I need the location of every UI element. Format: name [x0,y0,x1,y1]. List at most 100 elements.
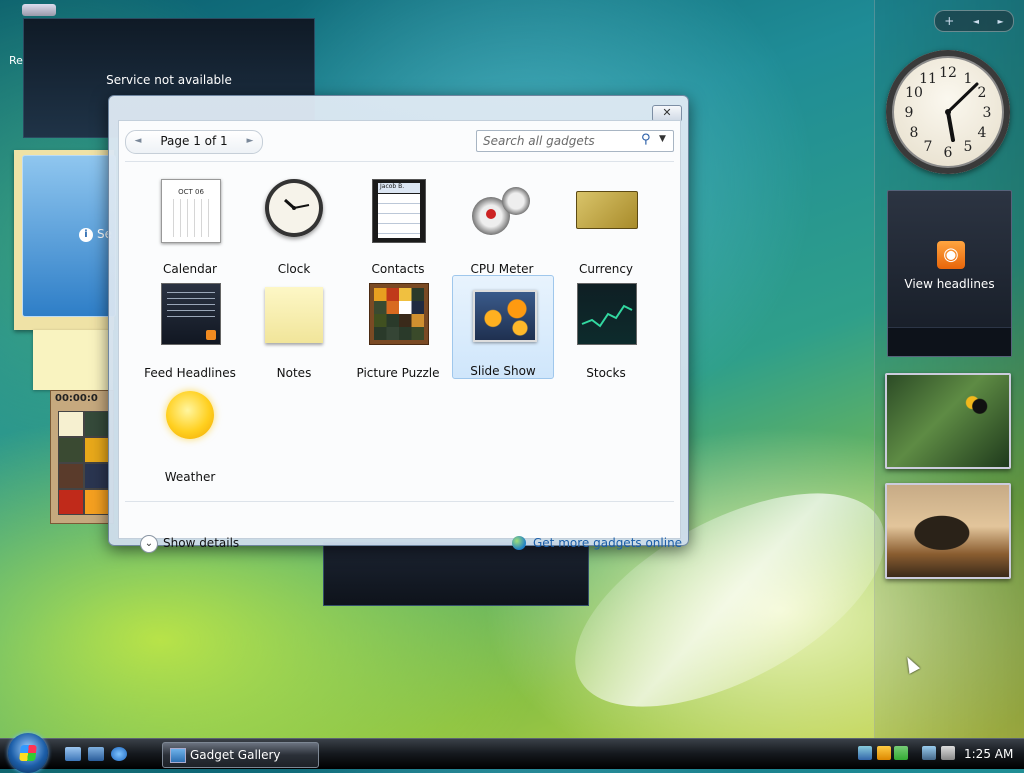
svg-text:1: 1 [964,71,973,87]
taskbar: Gadget Gallery 1:25 AM [0,733,1024,773]
background-weather-gadget[interactable]: i Se [22,155,116,317]
calendar-icon: OCT 06 [161,179,221,243]
svg-text:5: 5 [964,139,973,155]
gadget-calendar[interactable]: OCT 06 Calendar [140,179,240,279]
stocks-icon [577,283,637,345]
puzzle-tile [84,411,110,437]
puzzle-tile [84,489,110,515]
svg-text:8: 8 [910,125,919,141]
sidebar-tray-icon[interactable] [894,746,908,760]
switch-windows-icon[interactable] [88,747,104,761]
notes-icon [265,287,323,343]
gadget-slide-show[interactable]: Slide Show [452,275,554,379]
gadget-currency[interactable]: Currency [556,179,656,279]
connection-icon[interactable] [922,746,936,760]
internet-explorer-icon[interactable] [111,747,127,761]
contacts-icon: Jacob B. [372,179,426,243]
svg-text:3: 3 [983,105,992,121]
contacts-header: Jacob B. [378,183,420,193]
next-page-button[interactable]: ► [243,134,257,148]
volume-muted-icon[interactable] [941,746,955,760]
gadget-label: Currency [578,262,634,276]
info-icon: i [79,228,93,242]
puzzle-tile [58,463,84,489]
slideshow-photo-tree[interactable] [885,483,1011,579]
desktop-icon-label: Re [9,54,23,67]
add-gadget-button[interactable]: + [944,14,954,28]
svg-text:7: 7 [924,139,933,155]
gadget-weather[interactable]: Weather [140,387,240,487]
puzzle-tile [58,489,84,515]
pager: ◄ Page 1 of 1 ► [125,130,263,154]
service-message: Service not available [106,73,232,87]
picture-puzzle-icon [369,283,429,345]
chevron-down-icon[interactable]: ▼ [659,134,666,144]
show-desktop-icon[interactable] [65,747,81,761]
view-headlines-label[interactable]: View headlines [888,277,1011,291]
gadget-label: Contacts [371,262,425,276]
puzzle-tile [84,463,110,489]
windows-logo-icon [19,745,37,761]
feed-strip [888,327,1011,356]
security-shield-icon[interactable] [877,746,891,760]
slideshow-photo-toucan[interactable] [885,373,1011,469]
gadget-label: CPU Meter [470,262,534,276]
gadget-label: Stocks [586,366,626,380]
gadget-label: Picture Puzzle [356,366,440,380]
background-puzzle-gadget[interactable]: 00:00:0 [50,390,114,524]
recycle-bin-icon[interactable] [22,4,56,16]
cpu-meter-icon [472,187,532,237]
search-icon[interactable]: ⚲ [641,132,655,148]
divider [125,161,674,162]
svg-text:2: 2 [978,85,987,101]
clock-time[interactable]: 1:25 AM [964,747,1013,761]
rss-icon [206,330,216,340]
divider [125,501,674,502]
feed-headlines-icon [161,283,221,345]
puzzle-timer: 00:00:0 [55,393,98,404]
gadget-label: Feed Headlines [144,366,236,380]
puzzle-tile [84,437,110,463]
background-feed-gadget[interactable] [323,542,589,606]
calendar-header: OCT 06 [178,188,204,196]
gadget-gallery-icon [170,748,186,763]
svg-text:4: 4 [978,125,987,141]
gadget-picture-puzzle[interactable]: Picture Puzzle [348,283,448,383]
background-note-gadget-2[interactable] [33,330,113,390]
gadget-contacts[interactable]: Jacob B. Contacts [348,179,448,279]
svg-text:9: 9 [905,105,914,121]
svg-text:10: 10 [905,85,923,101]
chevron-down-icon: ⌄ [140,535,158,553]
gadget-notes[interactable]: Notes [244,283,344,383]
gadget-cpu-meter[interactable]: CPU Meter [452,179,552,279]
currency-icon [576,191,638,229]
sidebar-clock-gadget[interactable]: 12 1 2 345 678 9 10 11 [886,50,1010,174]
prev-page-button[interactable]: ◄ [131,134,145,148]
gadget-label: Calendar [163,262,217,276]
taskbar-button-gadget-gallery[interactable]: Gadget Gallery [162,742,319,768]
sidebar-prev-button[interactable]: ◄ [973,17,979,26]
search-input[interactable]: Search all gadgets ⚲ ▼ [476,130,674,152]
start-button[interactable] [8,733,48,773]
sun-icon [166,391,214,439]
gadget-label: Weather [164,470,216,484]
sidebar-controls: + ◄ ► [934,10,1014,32]
gadget-label: Slide Show [470,364,536,378]
rss-icon: ◉ [937,241,965,269]
sidebar-feed-gadget[interactable]: ◉ View headlines [887,190,1012,357]
gadget-feed-headlines[interactable]: Feed Headlines [140,283,240,383]
taskbar-button-label: Gadget Gallery [190,748,281,762]
contacts-list [378,194,420,238]
network-icon[interactable] [858,746,872,760]
gadget-stocks[interactable]: Stocks [556,283,656,383]
clock-icon: 12 12 345 678 91011 [905,65,992,161]
page-indicator: Page 1 of 1 [160,134,228,148]
gallery-content: ◄ Page 1 of 1 ► Search all gadgets ⚲ ▼ O… [118,120,682,553]
gadget-clock[interactable]: Clock [244,179,344,279]
search-placeholder: Search all gadgets [483,134,595,148]
slide-show-icon [473,290,537,342]
sidebar-next-button[interactable]: ► [998,17,1004,26]
gadget-label: Clock [277,262,311,276]
puzzle-tile [58,411,84,437]
gadget-label: Notes [276,366,312,380]
